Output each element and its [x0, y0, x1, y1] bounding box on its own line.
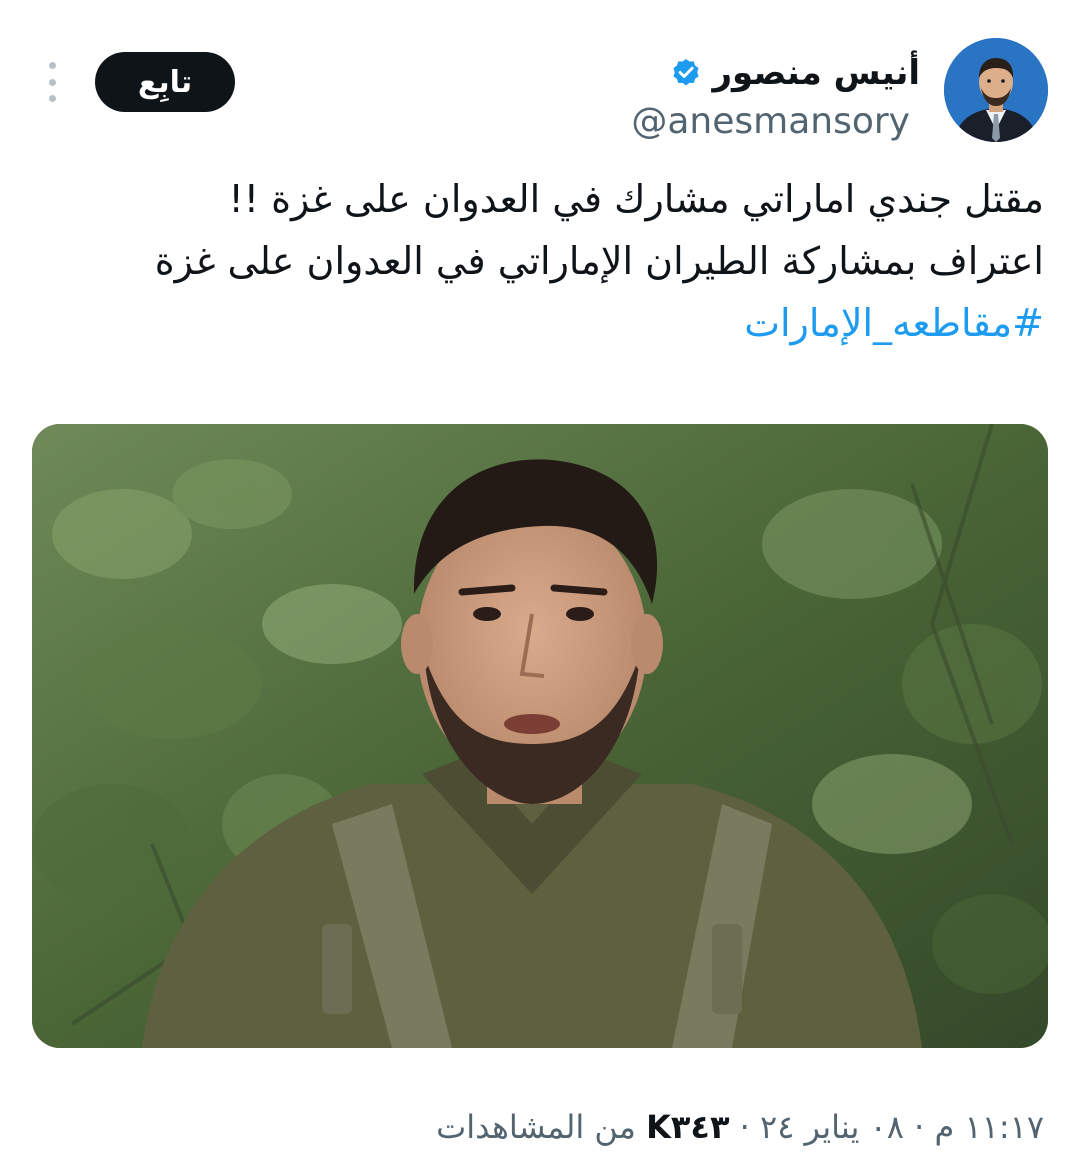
more-dot — [48, 78, 56, 86]
more-options-icon[interactable] — [40, 62, 64, 102]
tweet-text-line-1: مقتل جندي اماراتي مشارك في العدوان على غ… — [228, 177, 1044, 221]
views-count: K٣٤٣ — [646, 1108, 730, 1146]
tweet-date[interactable]: ٠٨ يناير ٢٤ — [760, 1108, 904, 1146]
tweet-meta: ١١:١٧ م · ٠٨ يناير ٢٤ · K٣٤٣ من المشاهدا… — [436, 1102, 1044, 1152]
verified-badge-icon — [673, 59, 700, 86]
avatar-photo — [944, 38, 1048, 142]
tweet-text: مقتل جندي اماراتي مشارك في العدوان على غ… — [34, 168, 1044, 354]
hashtag-link[interactable]: #مقاطعه_الإمارات — [34, 292, 1044, 354]
avatar[interactable] — [944, 38, 1048, 142]
tweet-time[interactable]: ١١:١٧ م — [934, 1108, 1044, 1146]
tweet-media-image[interactable] — [32, 424, 1048, 1048]
tweet-text-line-2: اعتراف بمشاركة الطيران الإماراتي في العد… — [154, 239, 1044, 283]
tweet: أنيس منصور @anesmansory تابِع مقتل جندي … — [0, 0, 1080, 1170]
meta-separator: · — [739, 1108, 750, 1146]
author-name-row: أنيس منصور — [670, 50, 920, 96]
more-dot — [48, 95, 56, 102]
more-dot — [48, 62, 56, 69]
meta-separator: · — [914, 1108, 925, 1146]
follow-button[interactable]: تابِع — [95, 52, 235, 112]
views-label: من المشاهدات — [436, 1108, 636, 1146]
author-display-name[interactable]: أنيس منصور — [712, 50, 920, 96]
media-photo — [32, 424, 1048, 1048]
author-handle[interactable]: @anesmansory — [631, 100, 910, 144]
